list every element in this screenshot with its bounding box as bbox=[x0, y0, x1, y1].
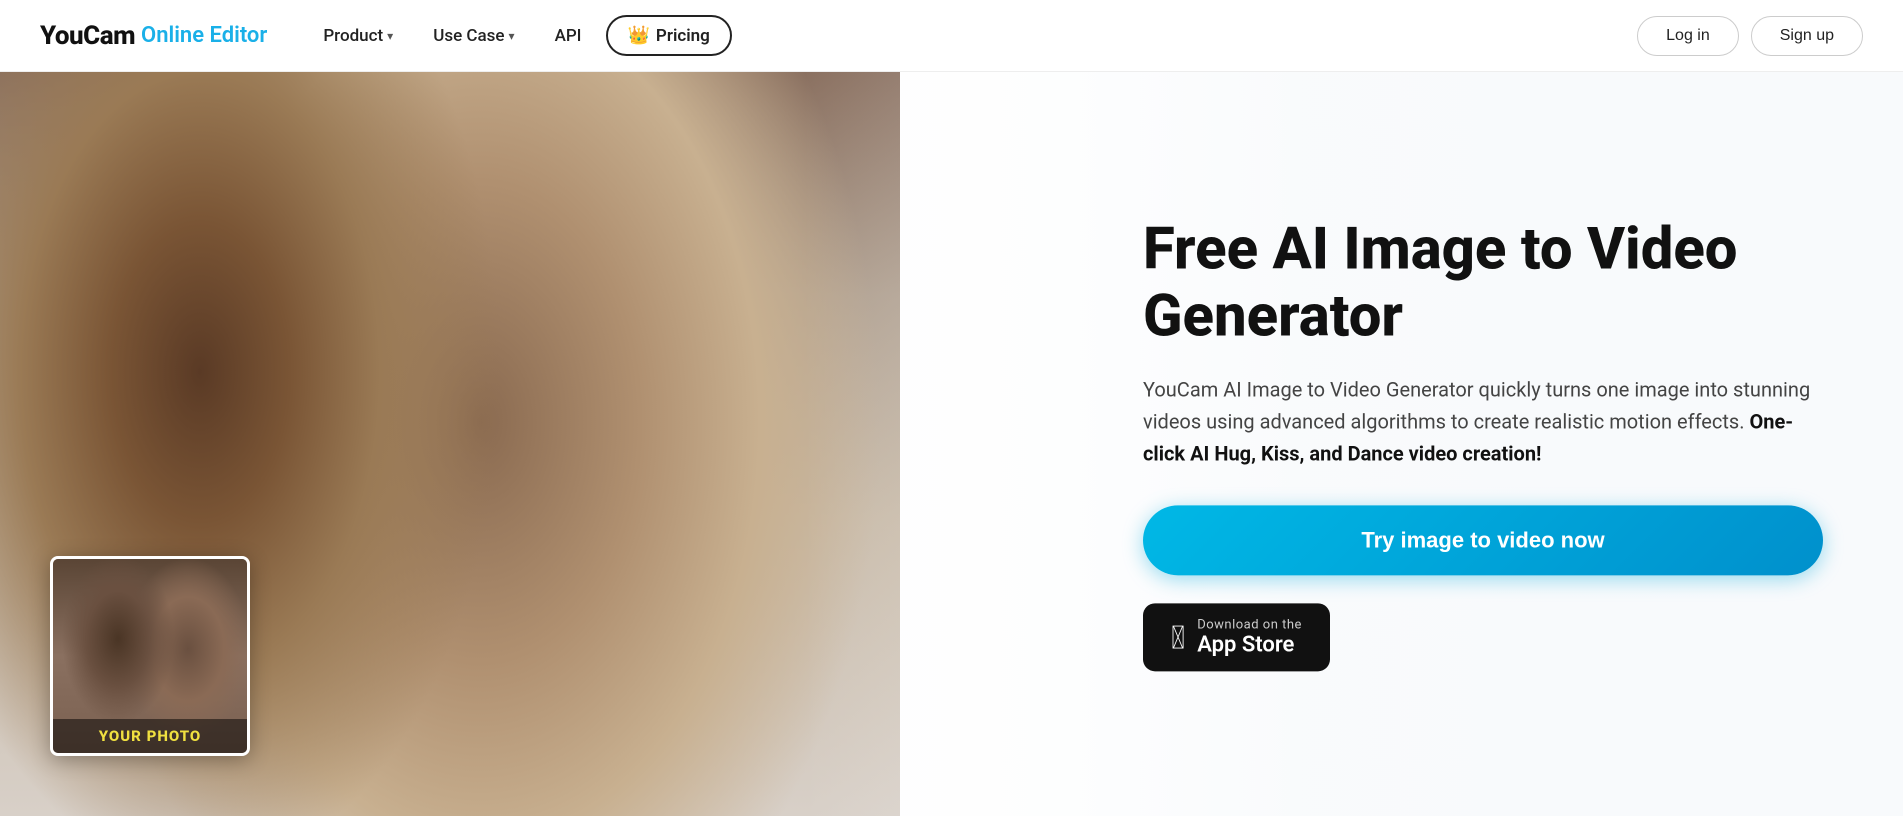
hero-section: YOUR PHOTO Free AI Image to Video Genera… bbox=[0, 72, 1903, 816]
chevron-down-icon: ▾ bbox=[509, 29, 515, 43]
hero-content: Free AI Image to Video Generator YouCam … bbox=[1143, 216, 1823, 671]
hero-description: YouCam AI Image to Video Generator quick… bbox=[1143, 374, 1823, 470]
logo-online-editor: Online Editor bbox=[141, 23, 267, 48]
hero-description-plain: YouCam AI Image to Video Generator quick… bbox=[1143, 378, 1810, 434]
your-photo-badge: YOUR PHOTO bbox=[50, 556, 250, 756]
signup-button[interactable]: Sign up bbox=[1751, 16, 1863, 56]
nav-api[interactable]: API bbox=[539, 18, 598, 54]
nav-product[interactable]: Product ▾ bbox=[307, 18, 409, 54]
app-store-link[interactable]:  Download on the App Store bbox=[1143, 604, 1330, 672]
nav-use-case[interactable]: Use Case ▾ bbox=[417, 18, 530, 54]
apple-icon:  bbox=[1171, 622, 1185, 654]
app-store-button[interactable]:  Download on the App Store bbox=[1143, 604, 1823, 672]
app-store-large-text: App Store bbox=[1197, 633, 1302, 658]
try-now-button[interactable]: Try image to video now bbox=[1143, 506, 1823, 576]
chevron-down-icon: ▾ bbox=[387, 29, 393, 43]
logo-youcam: YouCam bbox=[40, 21, 135, 51]
nav-auth: Log in Sign up bbox=[1637, 16, 1863, 56]
nav-pricing[interactable]: 👑 Pricing bbox=[606, 15, 732, 56]
login-button[interactable]: Log in bbox=[1637, 16, 1739, 56]
app-store-small-text: Download on the bbox=[1197, 618, 1302, 633]
your-photo-label: YOUR PHOTO bbox=[53, 719, 247, 753]
app-store-text: Download on the App Store bbox=[1197, 618, 1302, 658]
nav-links: Product ▾ Use Case ▾ API 👑 Pricing bbox=[307, 15, 1637, 56]
hero-title: Free AI Image to Video Generator bbox=[1143, 216, 1823, 349]
crown-icon: 👑 bbox=[628, 25, 650, 46]
navbar: YouCam Online Editor Product ▾ Use Case … bbox=[0, 0, 1903, 72]
logo[interactable]: YouCam Online Editor bbox=[40, 21, 267, 51]
